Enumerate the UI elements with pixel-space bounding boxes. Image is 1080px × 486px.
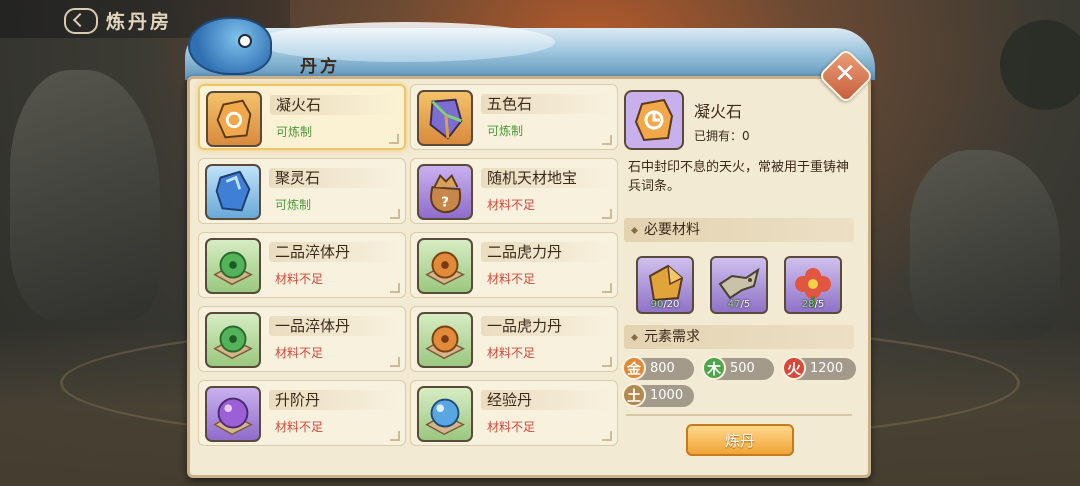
recipe-card[interactable]: 二品虎力丹材料不足 — [410, 232, 618, 298]
fire-stone-icon — [624, 90, 684, 150]
corner-decoration — [602, 283, 612, 293]
corner-decoration — [602, 431, 612, 441]
material-count: 47/5 — [727, 299, 751, 310]
element-value: 800 — [650, 361, 675, 376]
element-badge: 火 — [782, 356, 806, 380]
recipe-status: 材料不足 — [275, 346, 324, 360]
corner-decoration — [602, 135, 612, 145]
recipe-status: 材料不足 — [487, 346, 536, 360]
divider — [626, 414, 852, 416]
recipe-card[interactable]: 一品淬体丹材料不足 — [198, 306, 406, 372]
treasure-bag-icon: ? — [417, 164, 473, 220]
blue-pill-icon — [417, 386, 473, 442]
whale-eye-icon — [238, 34, 252, 48]
recipe-name: 一品淬体丹 — [269, 316, 399, 336]
recipe-status: 材料不足 — [275, 420, 324, 434]
recipe-name: 升阶丹 — [269, 390, 399, 410]
five-color-stone-icon — [417, 90, 473, 146]
element-badge: 木 — [702, 356, 726, 380]
materials-section-title: 必要材料 — [644, 222, 700, 238]
recipe-status: 可炼制 — [276, 125, 313, 139]
material-count: 28/5 — [801, 299, 825, 310]
green-pill-icon — [205, 238, 261, 294]
corner-decoration — [602, 357, 612, 367]
recipe-card[interactable]: 凝火石可炼制 — [198, 84, 406, 150]
orange-pill-icon — [417, 312, 473, 368]
recipe-card[interactable]: ? 随机天材地宝材料不足 — [410, 158, 618, 224]
material-slot-bone[interactable]: 47/5 — [710, 256, 768, 314]
background-rock-left — [10, 70, 160, 320]
orange-pill-icon — [417, 238, 473, 294]
recipe-card[interactable]: 二品淬体丹材料不足 — [198, 232, 406, 298]
elements-section-header: 元素需求 — [624, 325, 854, 349]
recipe-card[interactable]: 升阶丹材料不足 — [198, 380, 406, 446]
spirit-stone-icon — [205, 164, 261, 220]
material-slot-flower[interactable]: 28/5 — [784, 256, 842, 314]
background-tree — [1000, 20, 1080, 110]
purple-pill-icon — [205, 386, 261, 442]
element-value: 1000 — [650, 388, 684, 403]
recipe-status: 材料不足 — [487, 420, 536, 434]
element-fire: 火 1200 — [782, 356, 856, 380]
recipe-status: 可炼制 — [487, 124, 524, 138]
craft-button[interactable]: 炼丹 — [686, 424, 794, 456]
green-pill-icon — [205, 312, 261, 368]
recipe-name: 五色石 — [481, 94, 611, 114]
element-wood: 木 500 — [702, 356, 774, 380]
svg-text:?: ? — [441, 194, 449, 210]
recipe-card[interactable]: 五色石可炼制 — [410, 84, 618, 150]
page-title: 炼丹房 — [106, 11, 173, 33]
materials-section-header: 必要材料 — [624, 218, 854, 242]
recipe-name: 凝火石 — [270, 95, 400, 115]
element-metal: 金 800 — [622, 356, 694, 380]
recipe-status: 材料不足 — [487, 198, 536, 212]
detail-item-name: 凝火石 — [694, 102, 743, 121]
corner-decoration — [389, 134, 399, 144]
recipe-card[interactable]: 经验丹材料不足 — [410, 380, 618, 446]
recipe-name: 聚灵石 — [269, 168, 399, 188]
recipe-name: 随机天材地宝 — [481, 168, 611, 188]
recipe-name: 一品虎力丹 — [481, 316, 611, 336]
corner-decoration — [390, 357, 400, 367]
banner-wave — [185, 22, 875, 80]
fire-stone-icon — [206, 91, 262, 147]
material-count: 90/20 — [650, 299, 680, 310]
element-badge: 土 — [622, 383, 646, 407]
corner-decoration — [390, 431, 400, 441]
recipe-name: 二品虎力丹 — [481, 242, 611, 262]
diamond-bullet-icon — [630, 226, 639, 234]
corner-decoration — [602, 209, 612, 219]
element-value: 1200 — [810, 361, 844, 376]
recipe-status: 可炼制 — [275, 198, 312, 212]
element-earth: 土 1000 — [622, 383, 694, 407]
elements-section-title: 元素需求 — [644, 329, 700, 345]
corner-decoration — [390, 209, 400, 219]
back-icon[interactable] — [64, 8, 98, 34]
diamond-bullet-icon — [630, 333, 639, 341]
background-rock-right — [910, 150, 1060, 340]
recipe-status: 材料不足 — [487, 272, 536, 286]
banner-title: 丹方 — [300, 57, 340, 77]
whale-mascot-icon — [188, 17, 272, 75]
detail-owned-count: 已拥有：0 — [694, 129, 750, 143]
element-value: 500 — [730, 361, 755, 376]
element-badge: 金 — [622, 356, 646, 380]
detail-description: 石中封印不息的天火，常被用于重铸神兵词条。 — [628, 160, 850, 194]
recipe-status: 材料不足 — [275, 272, 324, 286]
recipe-name: 二品淬体丹 — [269, 242, 399, 262]
recipe-card[interactable]: 聚灵石可炼制 — [198, 158, 406, 224]
recipe-name: 经验丹 — [481, 390, 611, 410]
corner-decoration — [390, 283, 400, 293]
recipe-card[interactable]: 一品虎力丹材料不足 — [410, 306, 618, 372]
material-slot-ore[interactable]: 90/20 — [636, 256, 694, 314]
